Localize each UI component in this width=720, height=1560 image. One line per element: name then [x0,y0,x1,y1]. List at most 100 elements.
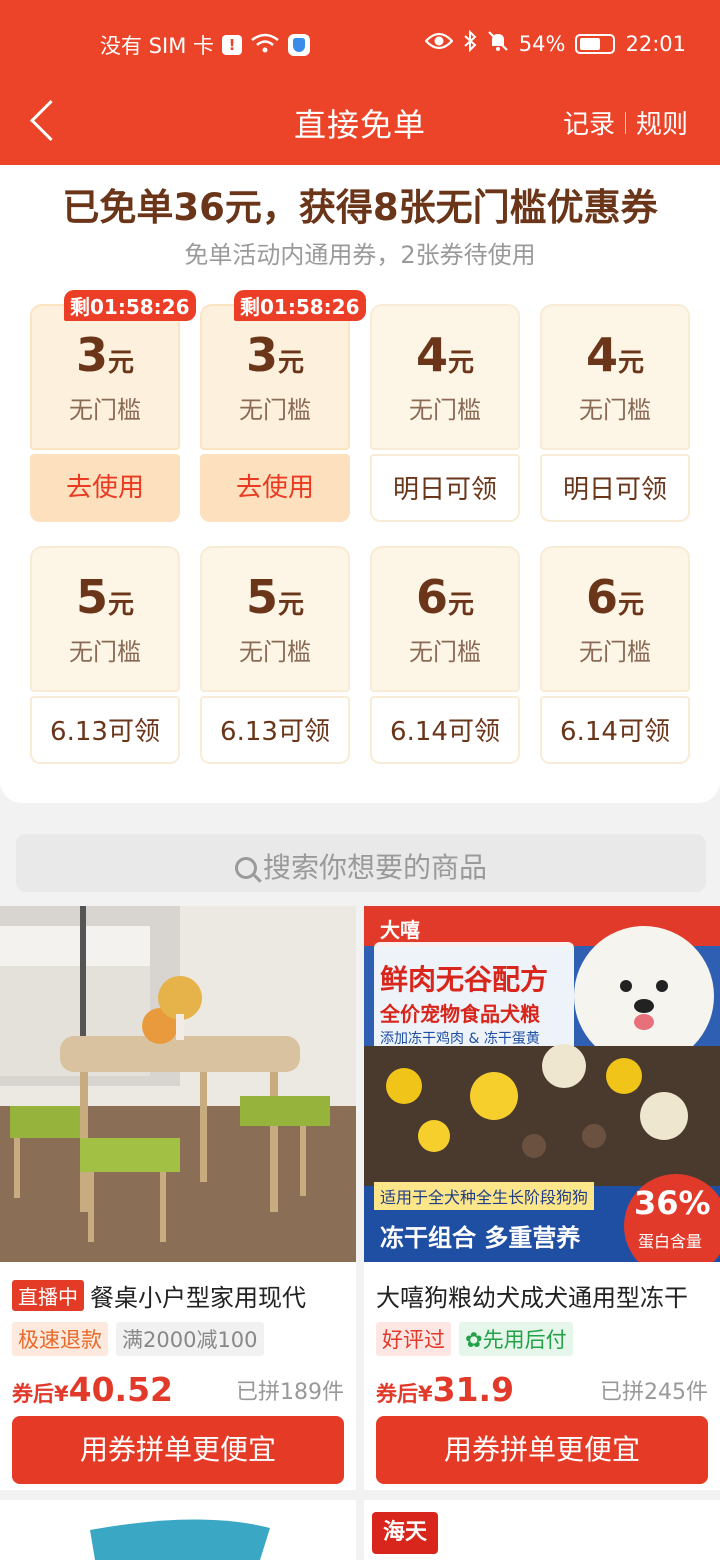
good-review-tag: 好评过 [376,1322,451,1356]
price-row: 券后¥31.9 已拼245件 [376,1370,708,1409]
sold-count: 已拼189件 [236,1380,344,1405]
countdown-badge: 剩01:58:26 [234,290,366,321]
coupon-face: 4元 无门槛 [540,304,690,450]
coupon-amount: 4元 [415,328,475,382]
sold-count: 已拼245件 [600,1380,708,1405]
coupon-condition: 无门槛 [409,396,481,424]
coupon-face: 6元 无门槛 [540,546,690,692]
price-value: 31.9 [432,1370,515,1409]
product-image-dog-food[interactable]: 大嘻 鲜肉无谷配方 全价宠物食品犬粮 添加冻干鸡肉 & 冻干蛋黄 适用于全犬种全… [364,906,720,1262]
product-card-partial[interactable] [0,1500,356,1560]
coupon-amount: 3元 [75,328,135,382]
alert-icon: ! [222,35,242,55]
coupon-face: 6元 无门槛 [370,546,520,692]
image-headline: 鲜肉无谷配方 [380,963,549,996]
use-coupon-button[interactable]: 去使用 [30,454,180,522]
product-card[interactable]: 直播中 餐桌小户型家用现代 极速退款 满2000减100 券后¥40.52 已拼… [0,906,356,1490]
coupon-card[interactable]: 剩01:58:26 3元 无门槛 去使用 [200,290,366,522]
nav-bar: 直接免单 记录 规则 [0,92,720,148]
app-header: 没有 SIM 卡 ! 54% 22:01 直接免单 记录 规则 [0,0,720,165]
coupon-card[interactable]: 4元 无门槛 明日可领 [370,304,520,522]
search-icon [234,857,257,879]
pay-later-tag: ✿先用后付 [459,1322,573,1356]
price-value: 40.52 [68,1370,174,1409]
coupon-card[interactable]: 5元 无门槛 6.13可领 [30,546,180,764]
coupon-availability: 明日可领 [370,454,520,522]
coupon-panel: 已免单36元，获得8张无门槛优惠券 免单活动内通用券，2张券待使用 剩01:58… [0,165,720,803]
coupon-amount: 3元 [245,328,305,382]
coupon-availability: 6.13可领 [200,696,350,764]
coupon-condition: 无门槛 [409,638,481,666]
coupon-condition: 无门槛 [579,638,651,666]
price-prefix: 券后¥ [376,1382,433,1406]
coupon-condition: 无门槛 [239,638,311,666]
coupon-availability: 6.14可领 [540,696,690,764]
fast-refund-tag: 极速退款 [12,1322,108,1356]
coupon-condition: 无门槛 [579,396,651,424]
coupon-face: 3元 无门槛 [30,304,180,450]
free-order-headline: 已免单36元，获得8张无门槛优惠券 [62,186,658,229]
coupon-condition: 无门槛 [239,396,311,424]
product-title[interactable]: 大嘻狗粮幼犬成犬通用型冻干 [376,1278,712,1313]
free-order-subline: 免单活动内通用券，2张券待使用 [184,241,536,269]
coupon-face: 5元 无门槛 [30,546,180,692]
coupon-card[interactable]: 剩01:58:26 3元 无门槛 去使用 [30,290,196,522]
nav-divider [624,111,626,134]
coupon-condition: 无门槛 [69,396,141,424]
discount-tag: 满2000减100 [116,1322,264,1356]
coupon-amount: 5元 [75,570,135,624]
clock: 22:01 [625,31,686,56]
coupon-face: 3元 无门槛 [200,304,350,450]
image-subheadline: 全价宠物食品犬粮 [380,1002,540,1026]
carrier-text: 没有 SIM 卡 [100,34,214,58]
coupon-availability: 6.14可领 [370,696,520,764]
coupon-card[interactable]: 4元 无门槛 明日可领 [540,304,690,522]
price-prefix: 券后¥ [12,1382,69,1406]
price-row: 券后¥40.52 已拼189件 [12,1370,344,1409]
countdown-badge: 剩01:58:26 [64,290,196,321]
rules-link[interactable]: 规则 [636,104,688,141]
status-right: 54% 22:01 [424,29,686,57]
coupon-card[interactable]: 5元 无门槛 6.13可领 [200,546,350,764]
product-title[interactable]: 直播中 餐桌小户型家用现代 [12,1278,348,1313]
coupon-condition: 无门槛 [69,638,141,666]
wifi-icon [250,32,280,59]
product-card[interactable]: 大嘻 鲜肉无谷配方 全价宠物食品犬粮 添加冻干鸡肉 & 冻干蛋黄 适用于全犬种全… [364,906,720,1490]
mute-bell-icon [487,30,509,57]
use-coupon-button[interactable]: 去使用 [200,454,350,522]
records-link[interactable]: 记录 [563,104,615,141]
bluetooth-icon [463,29,477,57]
image-feature: 添加冻干鸡肉 & 冻干蛋黄 [380,1031,540,1047]
pay-later-icon: ✿ [465,1328,483,1352]
battery-percent: 54% [518,31,566,56]
battery-icon [575,33,616,54]
brand-logo: 海天 [372,1512,438,1554]
group-buy-button[interactable]: 用券拼单更便宜 [12,1416,344,1484]
protein-percent: 36% [634,1184,711,1222]
image-suitability: 适用于全犬种全生长阶段狗狗 [374,1182,595,1210]
eye-icon [424,31,454,56]
search-input[interactable]: 搜索你想要的商品 [16,834,706,892]
search-placeholder: 搜索你想要的商品 [16,846,706,886]
coupon-amount: 6元 [585,570,645,624]
live-badge: 直播中 [12,1280,84,1311]
coupon-availability: 6.13可领 [30,696,180,764]
shield-icon [288,34,310,56]
coupon-face: 4元 无门槛 [370,304,520,450]
brand-label: 大嘻 [380,918,420,942]
coupon-amount: 6元 [415,570,475,624]
image-slogan: 冻干组合 多重营养 [380,1224,581,1252]
product-card-partial[interactable]: 海天 [364,1500,720,1560]
coupon-card[interactable]: 6元 无门槛 6.14可领 [370,546,520,764]
coupon-amount: 4元 [585,328,645,382]
group-buy-button[interactable]: 用券拼单更便宜 [376,1416,708,1484]
protein-label: 蛋白含量 [638,1232,703,1251]
coupon-availability: 明日可领 [540,454,690,522]
nav-links: 记录 规则 [563,104,688,141]
product-image-dining-table[interactable] [0,906,356,1262]
product-tags: 极速退款 满2000减100 [12,1322,264,1356]
coupon-amount: 5元 [245,570,305,624]
coupon-card[interactable]: 6元 无门槛 6.14可领 [540,546,690,764]
status-left: 没有 SIM 卡 ! [100,30,310,60]
status-bar: 没有 SIM 卡 ! 54% 22:01 [0,28,720,62]
